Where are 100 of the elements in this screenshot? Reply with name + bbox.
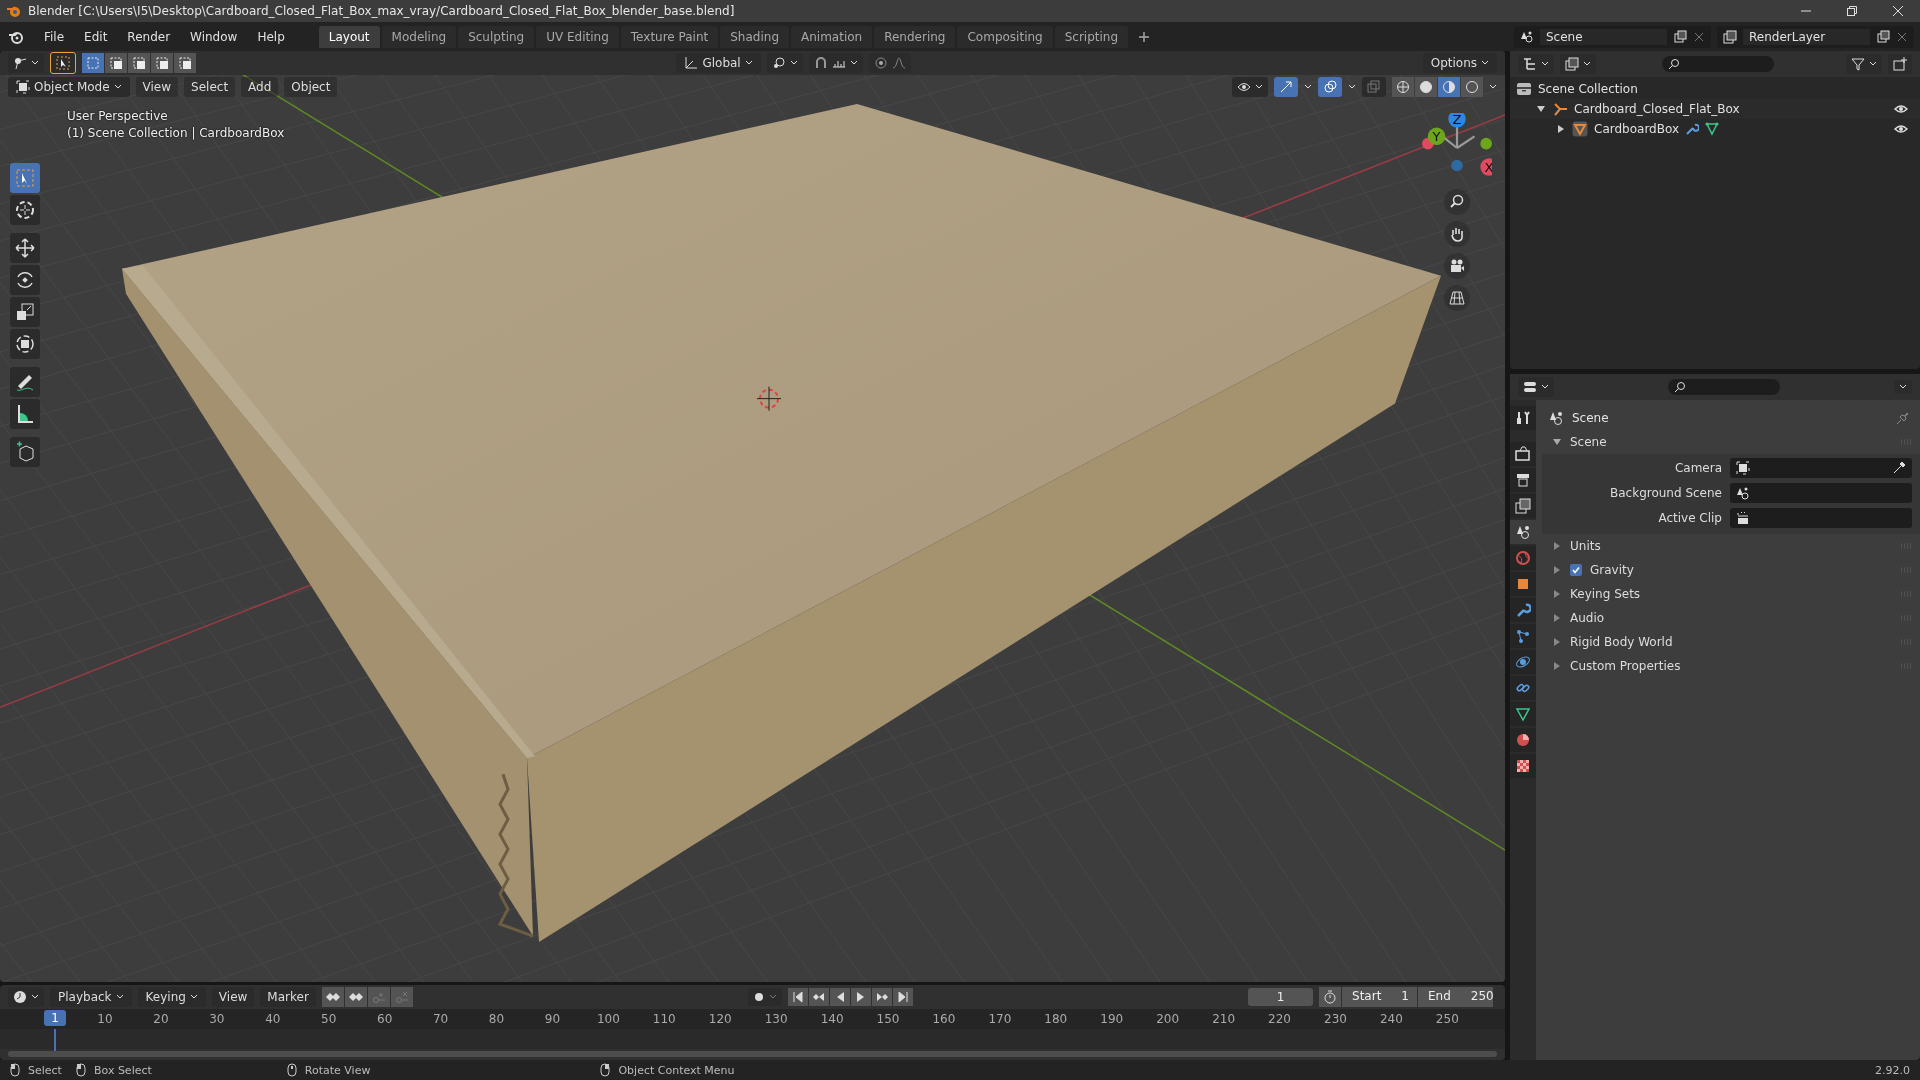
playback-button[interactable] bbox=[787, 988, 808, 1006]
properties-tab[interactable] bbox=[1510, 728, 1536, 752]
workspace-tab[interactable]: Rendering bbox=[874, 25, 956, 48]
caret-icon[interactable] bbox=[1348, 83, 1356, 91]
menu-item[interactable]: File bbox=[34, 29, 75, 44]
checkbox[interactable] bbox=[1570, 564, 1582, 576]
playback-button[interactable] bbox=[892, 988, 913, 1006]
perspective-button[interactable] bbox=[1444, 285, 1470, 311]
delete-key-button[interactable] bbox=[390, 987, 413, 1007]
search-field[interactable] bbox=[1668, 379, 1780, 395]
workspace-tab[interactable]: Shading bbox=[720, 25, 789, 48]
selection-mode-button[interactable] bbox=[151, 53, 173, 73]
menu-item[interactable]: Window bbox=[180, 29, 248, 44]
restore-icon[interactable] bbox=[1846, 5, 1858, 17]
timeline-menu[interactable]: Marker bbox=[260, 987, 316, 1007]
viewport-menu[interactable]: Object bbox=[284, 77, 338, 97]
start-frame-field[interactable]: Start 1 bbox=[1342, 987, 1417, 1007]
caret-icon[interactable] bbox=[1304, 83, 1312, 91]
tool-button[interactable] bbox=[10, 297, 40, 327]
workspace-tab[interactable]: Compositing bbox=[957, 25, 1053, 48]
search-field[interactable] bbox=[1662, 56, 1774, 72]
viewport-menu[interactable]: View bbox=[135, 77, 179, 97]
tool-button[interactable] bbox=[10, 367, 40, 397]
options-dropdown[interactable]: Options bbox=[1422, 53, 1497, 73]
workspace-tab[interactable]: Texture Paint bbox=[620, 25, 719, 48]
properties-tab[interactable] bbox=[1510, 650, 1536, 674]
mode-dropdown[interactable]: Object Mode bbox=[8, 77, 130, 97]
overlays-toggle[interactable] bbox=[1318, 77, 1342, 97]
timeline-dropdown[interactable]: Keying bbox=[137, 987, 206, 1007]
properties-tab[interactable] bbox=[1510, 598, 1536, 622]
zoom-button[interactable] bbox=[1444, 189, 1470, 215]
properties-tab[interactable] bbox=[1510, 702, 1536, 726]
properties-tab[interactable] bbox=[1510, 406, 1536, 430]
outliner-item[interactable]: Cardboard_Closed_Flat_Box bbox=[1574, 102, 1740, 116]
current-frame-field[interactable]: 1 bbox=[1248, 988, 1313, 1006]
workspace-tab[interactable]: Modeling bbox=[381, 25, 457, 48]
menu-item[interactable]: Help bbox=[247, 29, 295, 44]
menu-item[interactable]: Render bbox=[117, 29, 181, 44]
shading-mode-button[interactable] bbox=[1438, 77, 1460, 97]
tool-button[interactable] bbox=[10, 195, 40, 225]
workspace-tab[interactable]: Layout bbox=[318, 25, 380, 48]
properties-tab[interactable] bbox=[1510, 624, 1536, 648]
record-button[interactable] bbox=[747, 988, 782, 1006]
display-mode-button[interactable] bbox=[1560, 54, 1596, 74]
tool-button[interactable] bbox=[10, 437, 40, 467]
viewport-menu[interactable]: Add bbox=[241, 77, 279, 97]
properties-tab[interactable] bbox=[1510, 468, 1536, 492]
pin-icon[interactable] bbox=[1896, 411, 1910, 425]
timeline-dropdown[interactable]: Playback bbox=[50, 987, 132, 1007]
outliner-item[interactable]: CardboardBox bbox=[1594, 122, 1680, 136]
properties-tab[interactable] bbox=[1510, 442, 1536, 466]
camera-view-button[interactable] bbox=[1444, 253, 1470, 279]
shading-mode-button[interactable] bbox=[1415, 77, 1437, 97]
scrollbar[interactable] bbox=[8, 1051, 1497, 1057]
shading-mode-button[interactable] bbox=[1392, 77, 1414, 97]
view-layer-selector[interactable]: RenderLayer bbox=[1717, 25, 1914, 48]
input-field[interactable] bbox=[1730, 483, 1912, 503]
pan-button[interactable] bbox=[1444, 221, 1470, 247]
selection-mode-button[interactable] bbox=[105, 53, 127, 73]
tool-button[interactable] bbox=[10, 233, 40, 263]
editor-type-button[interactable] bbox=[1518, 377, 1554, 397]
playhead[interactable]: 1 bbox=[44, 1010, 66, 1026]
playback-button[interactable] bbox=[871, 988, 892, 1006]
end-frame-field[interactable]: End 250 bbox=[1418, 987, 1493, 1007]
close-icon[interactable] bbox=[1693, 30, 1705, 43]
properties-tab[interactable] bbox=[1510, 520, 1536, 544]
selection-mode-button[interactable] bbox=[128, 53, 150, 73]
xray-toggle[interactable] bbox=[1362, 77, 1386, 97]
filter-button[interactable] bbox=[1846, 54, 1882, 74]
proportional-editing-button[interactable] bbox=[868, 53, 911, 73]
editor-type-button[interactable] bbox=[1518, 54, 1554, 74]
editor-type-button[interactable] bbox=[8, 987, 44, 1007]
playback-button[interactable] bbox=[829, 988, 850, 1006]
menu-item[interactable]: Edit bbox=[74, 29, 118, 44]
copy-icon[interactable] bbox=[1876, 29, 1890, 44]
eye-icon[interactable] bbox=[1894, 102, 1908, 116]
wrench-icon[interactable] bbox=[1685, 122, 1700, 136]
playback-button[interactable] bbox=[850, 988, 871, 1006]
eye-icon[interactable] bbox=[1894, 122, 1908, 136]
preview-range-toggle[interactable] bbox=[1319, 987, 1341, 1007]
add-icon[interactable] bbox=[1138, 30, 1151, 43]
triangle-mesh-icon[interactable] bbox=[1705, 122, 1720, 136]
scene-selector[interactable]: Scene bbox=[1514, 25, 1711, 48]
panel-header[interactable]: Scene bbox=[1542, 430, 1920, 454]
tool-button[interactable] bbox=[10, 329, 40, 359]
new-collection-button[interactable] bbox=[1888, 54, 1912, 74]
orientation-dropdown[interactable]: Global bbox=[676, 53, 761, 73]
tool-button[interactable] bbox=[10, 399, 40, 429]
input-field[interactable] bbox=[1730, 508, 1912, 528]
previous-keyframe-button[interactable] bbox=[321, 987, 344, 1007]
workspace-tab[interactable]: UV Editing bbox=[536, 25, 619, 48]
close-icon[interactable] bbox=[1892, 5, 1904, 17]
pivot-button[interactable] bbox=[766, 53, 803, 73]
properties-tab[interactable] bbox=[1510, 572, 1536, 596]
copy-icon[interactable] bbox=[1673, 29, 1687, 44]
caret-icon[interactable] bbox=[1489, 83, 1497, 91]
next-keyframe-button[interactable] bbox=[344, 987, 367, 1007]
disclosure-triangle[interactable] bbox=[1556, 124, 1566, 134]
properties-tab[interactable] bbox=[1510, 676, 1536, 700]
workspace-tab[interactable]: Sculpting bbox=[458, 25, 535, 48]
